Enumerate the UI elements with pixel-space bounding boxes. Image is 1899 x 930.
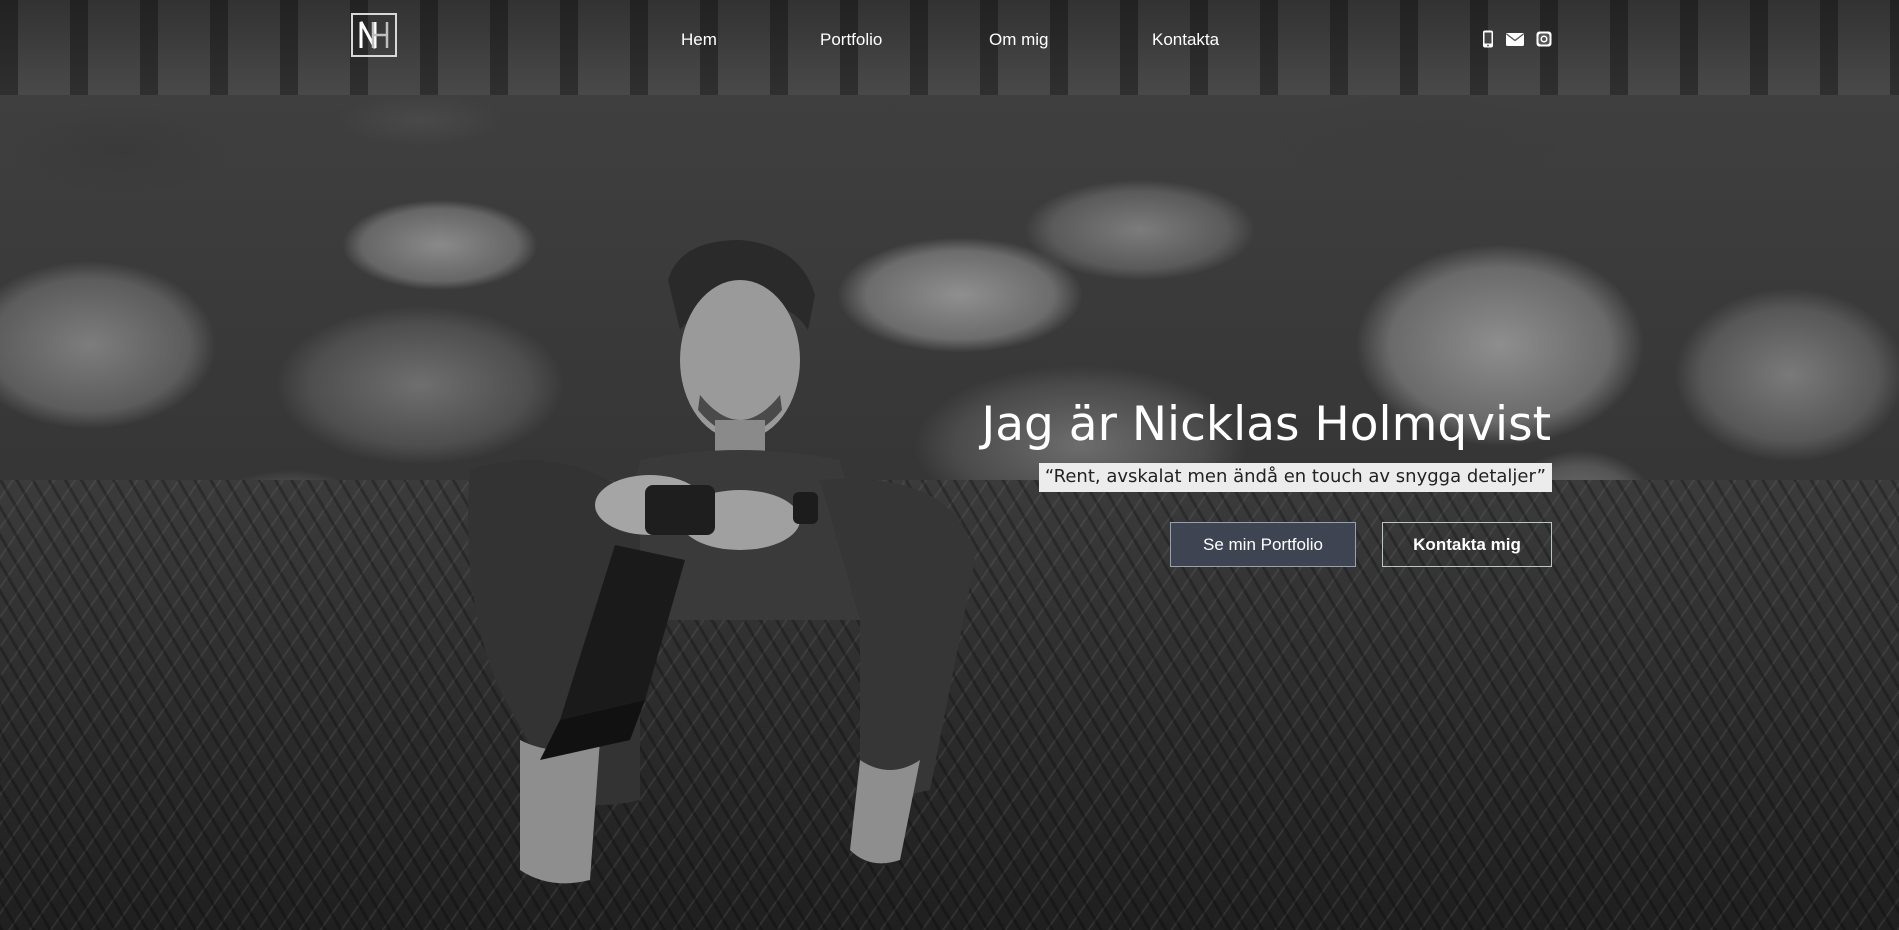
contact-me-button[interactable]: Kontakta mig — [1382, 522, 1552, 567]
see-portfolio-button[interactable]: Se min Portfolio — [1170, 522, 1356, 567]
nav-item-kontakta[interactable]: Kontakta — [1152, 30, 1219, 50]
nav-item-portfolio[interactable]: Portfolio — [820, 30, 882, 50]
hero-title: Jag är Nicklas Holmqvist — [981, 397, 1551, 452]
main-nav: Hem Portfolio Om mig Kontakta — [0, 30, 1899, 54]
instagram-icon[interactable] — [1535, 29, 1553, 49]
hero-section: Hem Portfolio Om mig Kontakta Jag är Nic… — [0, 0, 1899, 930]
phone-icon[interactable] — [1479, 29, 1497, 49]
nav-item-om-mig[interactable]: Om mig — [989, 30, 1049, 50]
mail-icon[interactable] — [1505, 29, 1525, 49]
photographer-photo — [468, 240, 975, 884]
hero-tagline: “Rent, avskalat men ändå en touch av sny… — [1038, 463, 1552, 492]
nav-item-hem[interactable]: Hem — [681, 30, 717, 50]
